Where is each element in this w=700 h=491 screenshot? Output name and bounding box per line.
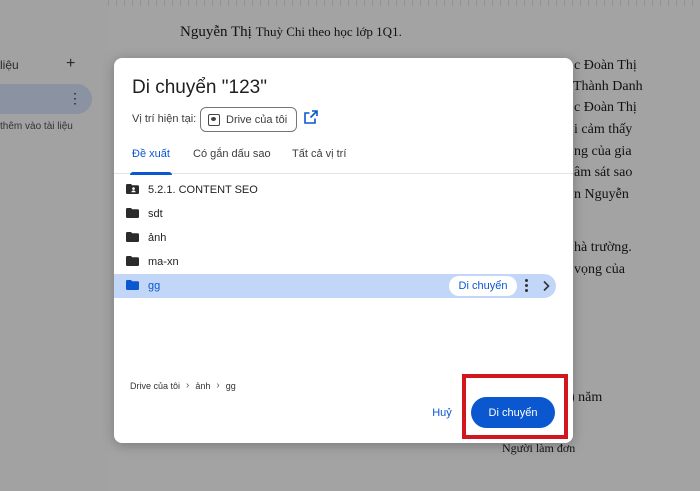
chevron-right-icon: › [186,380,190,391]
heading-rest: Thuỳ Chi theo học lớp 1Q1. [255,24,402,39]
more-icon: ⋮ [68,90,82,106]
folder-row-selected[interactable]: gg Di chuyển [114,274,556,298]
breadcrumb-item[interactable]: ảnh [195,381,210,391]
folder-name: sdt [148,208,163,220]
row-move-button[interactable]: Di chuyển [449,276,517,296]
folder-list: 5.2.1. CONTENT SEO sdt ảnh ma-xn gg Di c… [114,178,573,298]
doc-line: hà trường. [574,240,632,255]
outline-hint: thêm vào tài liệu [0,121,73,132]
signature-label: Người làm đơn [502,441,576,455]
chevron-right-icon: › [216,380,220,391]
breadcrumb-item-current: gg [225,380,236,391]
annotation-highlight-box [462,374,568,439]
doc-line: ) năm [570,390,603,405]
doc-line: Thành Danh [573,79,643,94]
shared-folder-icon [126,184,139,194]
doc-line: c Đoàn Thị [574,58,637,73]
location-tabs: Đề xuất Có gắn dấu sao Tất cả vị trí [114,142,573,175]
open-in-new-icon[interactable] [304,110,318,124]
folder-row[interactable]: ảnh [114,226,573,250]
folder-name: ma-xn [148,256,179,268]
document-heading: Nguyễn Thị Thuỳ Chi theo học lớp 1Q1. [180,24,402,41]
breadcrumb-item[interactable]: Drive của tôi [130,381,180,391]
current-location-label: Vị trí hiện tại: [132,113,197,125]
folder-icon [126,232,139,242]
current-location-chip[interactable]: Drive của tôi [200,107,297,132]
tab-starred[interactable]: Có gắn dấu sao [193,148,271,174]
doc-line: n Nguyễn [574,187,629,202]
folder-icon [126,256,139,266]
heading-name: Nguyễn Thị [180,24,252,40]
my-drive-icon [208,113,220,126]
current-location-value: Drive của tôi [226,113,288,126]
cancel-button[interactable]: Huỷ [427,404,457,422]
folder-icon [126,208,139,218]
breadcrumb: Drive của tôi › ảnh › gg [130,380,236,391]
folder-name: gg [148,280,161,292]
outline-panel: liệu + ⋮ thêm vào tài liệu [0,0,108,491]
folder-icon [126,280,139,290]
add-tab-icon: + [66,55,76,72]
dialog-title: Di chuyển "123" [132,77,267,98]
folder-name: ảnh [148,232,167,244]
outline-title: liệu [0,58,19,72]
folder-row[interactable]: sdt [114,202,573,226]
folder-row[interactable]: ma-xn [114,250,573,274]
tab-all-locations[interactable]: Tất cả vị trí [292,148,346,174]
folder-row[interactable]: 5.2.1. CONTENT SEO [114,178,573,202]
folder-name: 5.2.1. CONTENT SEO [148,184,258,196]
ruler [108,0,700,6]
doc-line: i cảm thấy [574,122,633,137]
doc-line: ng của gia [574,144,632,159]
chevron-right-icon[interactable] [541,280,551,292]
doc-line: vọng của [574,262,625,277]
doc-line: âm sát sao [574,165,633,180]
tab-suggested[interactable]: Đề xuất [130,148,172,175]
doc-line: c Đoàn Thị [574,100,637,115]
more-actions-icon[interactable] [524,278,528,294]
